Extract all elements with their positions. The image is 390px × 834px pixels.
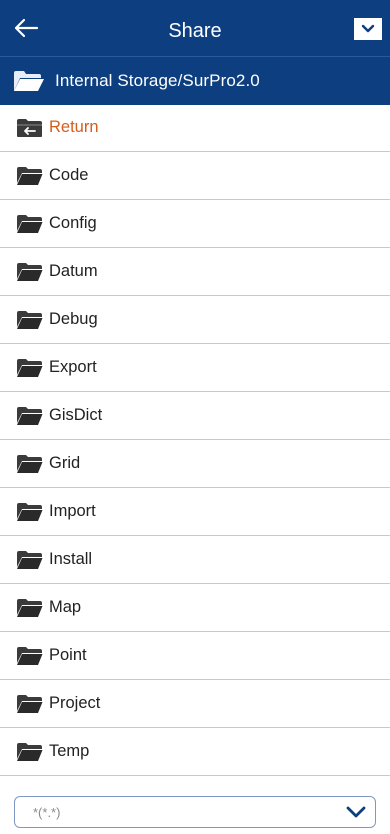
folder-open-icon bbox=[14, 71, 44, 91]
arrow-left-icon bbox=[14, 18, 39, 38]
folder-label: Temp bbox=[49, 742, 90, 760]
folder-label: GisDict bbox=[49, 406, 103, 424]
list-item-folder[interactable]: Config bbox=[0, 200, 390, 248]
app-header: Share bbox=[0, 0, 390, 56]
folder-label: Datum bbox=[49, 262, 98, 280]
folder-label: Project bbox=[49, 694, 101, 712]
file-type-filter-value: *(*.*) bbox=[33, 804, 61, 820]
dropdown-square-icon bbox=[361, 24, 375, 33]
folder-label: Map bbox=[49, 598, 82, 616]
list-item-folder[interactable]: Install bbox=[0, 536, 390, 584]
list-item-folder[interactable]: Temp bbox=[0, 728, 390, 776]
list-item-folder[interactable]: Point bbox=[0, 632, 390, 680]
return-label: Return bbox=[49, 118, 99, 136]
file-type-filter-select[interactable]: *(*.*) bbox=[14, 796, 376, 828]
folder-icon bbox=[17, 358, 43, 377]
list-item-folder[interactable]: Project bbox=[0, 680, 390, 728]
folder-icon bbox=[17, 454, 43, 473]
folder-icon bbox=[17, 502, 43, 521]
folder-icon bbox=[17, 166, 43, 185]
folder-icon bbox=[17, 262, 43, 281]
folder-return-icon bbox=[17, 118, 42, 137]
page-title: Share bbox=[168, 20, 222, 42]
folder-icon bbox=[17, 742, 43, 761]
folder-icon bbox=[17, 550, 43, 569]
folder-label: Debug bbox=[49, 310, 98, 328]
current-path-bar: Internal Storage/SurPro2.0 bbox=[0, 56, 390, 105]
folder-label: Import bbox=[49, 502, 96, 520]
back-button[interactable] bbox=[8, 12, 44, 44]
folder-list: Return Code Config Datum Debug Export Gi… bbox=[0, 104, 390, 776]
dropdown-menu-button[interactable] bbox=[354, 18, 382, 40]
list-item-folder[interactable]: Export bbox=[0, 344, 390, 392]
folder-label: Install bbox=[49, 550, 93, 568]
list-item-folder[interactable]: Grid bbox=[0, 440, 390, 488]
folder-icon bbox=[17, 694, 43, 713]
list-item-folder[interactable]: GisDict bbox=[0, 392, 390, 440]
list-item-folder[interactable]: Code bbox=[0, 152, 390, 200]
current-path-text: Internal Storage/SurPro2.0 bbox=[55, 71, 260, 90]
list-item-folder[interactable]: Import bbox=[0, 488, 390, 536]
list-item-folder[interactable]: Datum bbox=[0, 248, 390, 296]
folder-label: Point bbox=[49, 646, 87, 664]
folder-label: Export bbox=[49, 358, 97, 376]
folder-label: Config bbox=[49, 214, 97, 232]
folder-icon bbox=[17, 214, 43, 233]
folder-label: Grid bbox=[49, 454, 81, 472]
folder-icon bbox=[17, 406, 43, 425]
folder-icon bbox=[17, 646, 43, 665]
folder-icon bbox=[17, 310, 43, 329]
folder-icon bbox=[17, 598, 43, 617]
list-item-return[interactable]: Return bbox=[0, 104, 390, 152]
chevron-down-icon bbox=[346, 806, 366, 818]
list-item-folder[interactable]: Debug bbox=[0, 296, 390, 344]
folder-label: Code bbox=[49, 166, 89, 184]
list-item-folder[interactable]: Map bbox=[0, 584, 390, 632]
